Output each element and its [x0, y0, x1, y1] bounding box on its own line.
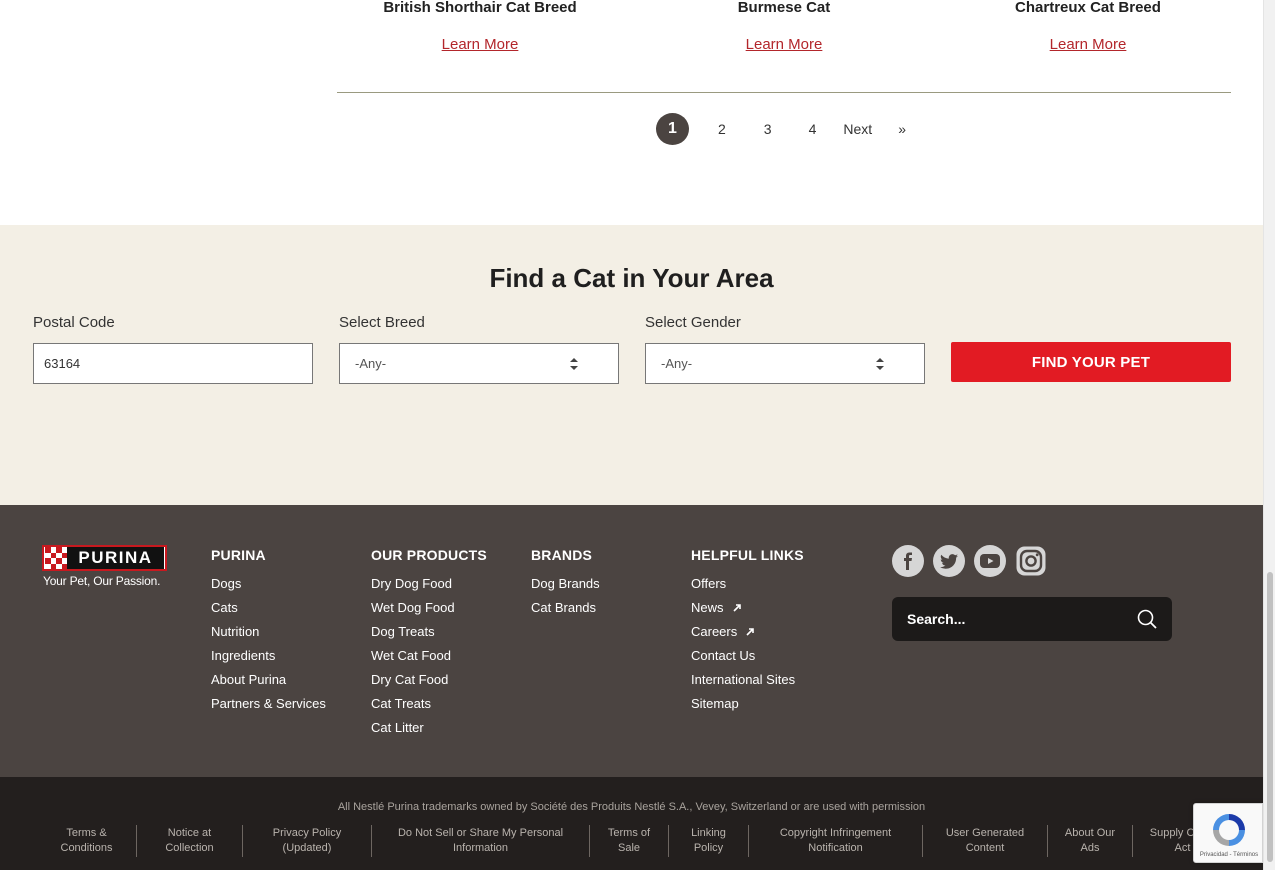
footer-link-label: Careers — [691, 624, 738, 639]
scrollbar-thumb[interactable] — [1267, 572, 1273, 862]
footer-link[interactable]: Offers — [691, 572, 804, 596]
find-cat-section: Find a Cat in Your Area Postal Code 6316… — [0, 225, 1263, 505]
footer-search-input[interactable]: Search... — [892, 597, 1172, 641]
breed-select[interactable]: -Any- — [339, 343, 619, 384]
page-scrollbar[interactable] — [1263, 0, 1275, 870]
column-heading: BRANDS — [531, 547, 593, 563]
site-footer: PURINA Your Pet, Our Passion. PURINA Dog… — [0, 505, 1263, 777]
legal-link[interactable]: Do Not Sell or Share My Personal Informa… — [371, 825, 589, 857]
column-heading: OUR PRODUCTS — [371, 547, 487, 563]
legal-link[interactable]: Notice at Collection — [136, 825, 242, 857]
footer-link[interactable]: Cats — [211, 596, 326, 620]
footer-link[interactable]: Sitemap — [691, 692, 804, 716]
footer-link[interactable]: Wet Cat Food — [371, 644, 487, 668]
gender-label: Select Gender — [645, 314, 741, 331]
legal-link[interactable]: Terms & Conditions — [33, 825, 136, 857]
external-link-icon — [732, 604, 741, 612]
select-arrows-icon — [570, 358, 578, 370]
page-link[interactable]: 4 — [809, 121, 817, 137]
footer-column-purina: PURINA Dogs Cats Nutrition Ingredients A… — [211, 547, 326, 716]
section-title: Find a Cat in Your Area — [489, 263, 774, 293]
footer-link[interactable]: About Purina — [211, 668, 326, 692]
footer-link-news[interactable]: News — [691, 596, 804, 620]
postal-code-label: Postal Code — [33, 314, 115, 331]
legal-link[interactable]: User Generated Content — [922, 825, 1047, 857]
footer-link[interactable]: Dry Dog Food — [371, 572, 487, 596]
breed-card: Chartreux Cat Breed Learn More — [938, 0, 1238, 54]
footer-link[interactable]: Contact Us — [691, 644, 804, 668]
breed-label: Select Breed — [339, 314, 425, 331]
learn-more-link[interactable]: Learn More — [746, 36, 823, 53]
footer-link-careers[interactable]: Careers — [691, 620, 804, 644]
column-heading: PURINA — [211, 547, 266, 563]
pagination: 1 2 3 4 Next » — [656, 113, 906, 145]
find-your-pet-button[interactable]: FIND YOUR PET — [951, 342, 1231, 382]
breed-title: Chartreux Cat Breed — [1015, 0, 1161, 16]
twitter-icon[interactable] — [933, 545, 965, 577]
legal-link[interactable]: Linking Policy — [668, 825, 748, 857]
checkerboard-icon — [45, 547, 67, 569]
footer-link[interactable]: Dog Treats — [371, 620, 487, 644]
breed-card: British Shorthair Cat Breed Learn More — [330, 0, 630, 54]
gender-select[interactable]: -Any- — [645, 343, 925, 384]
search-icon[interactable] — [1137, 609, 1157, 629]
breed-card: Burmese Cat Learn More — [634, 0, 934, 54]
social-links — [892, 545, 1047, 577]
column-heading: HELPFUL LINKS — [691, 547, 804, 563]
results-section: British Shorthair Cat Breed Learn More B… — [337, 0, 1231, 93]
footer-column-helpful-links: HELPFUL LINKS Offers News Careers Contac… — [691, 547, 804, 716]
next-page-link[interactable]: Next — [843, 121, 872, 137]
legal-link[interactable]: Privacy Policy (Updated) — [242, 825, 371, 857]
purina-logo[interactable]: PURINA Your Pet, Our Passion. — [42, 545, 172, 588]
youtube-icon[interactable] — [974, 545, 1006, 577]
legal-link[interactable]: Terms of Sale — [589, 825, 668, 857]
footer-column-brands: BRANDS Dog Brands Cat Brands — [531, 547, 600, 620]
legal-links: Terms & Conditions Notice at Collection … — [33, 825, 1232, 857]
footer-link-label: News — [691, 600, 724, 615]
footer-link[interactable]: Cat Litter — [371, 716, 487, 740]
recaptcha-text: Privacidad - Términos — [1199, 852, 1259, 858]
postal-code-input[interactable]: 63164 — [33, 343, 313, 384]
legal-link[interactable]: About Our Ads — [1047, 825, 1132, 857]
logo-tagline: Your Pet, Our Passion. — [43, 574, 161, 588]
footer-column-products: OUR PRODUCTS Dry Dog Food Wet Dog Food D… — [371, 547, 487, 740]
facebook-icon[interactable] — [892, 545, 924, 577]
page-link[interactable]: 3 — [764, 121, 772, 137]
footer-link[interactable]: Wet Dog Food — [371, 596, 487, 620]
instagram-icon[interactable] — [1015, 545, 1047, 577]
footer-link[interactable]: Dogs — [211, 572, 326, 596]
footer-link[interactable]: Dog Brands — [531, 572, 600, 596]
breed-title: Burmese Cat — [737, 0, 831, 16]
learn-more-link[interactable]: Learn More — [442, 36, 519, 53]
footer-link[interactable]: International Sites — [691, 668, 804, 692]
trademark-notice: All Nestlé Purina trademarks owned by So… — [337, 801, 926, 813]
legal-bar: All Nestlé Purina trademarks owned by So… — [0, 777, 1263, 870]
logo-wordmark: PURINA — [67, 547, 164, 569]
recaptcha-badge[interactable]: Privacidad - Términos — [1193, 803, 1263, 863]
select-arrows-icon — [876, 358, 884, 370]
search-placeholder: Search... — [907, 611, 966, 627]
recaptcha-icon — [1213, 814, 1245, 846]
footer-link[interactable]: Nutrition — [211, 620, 326, 644]
gender-select-value: -Any- — [661, 356, 693, 371]
page-link[interactable]: 2 — [718, 121, 726, 137]
footer-link[interactable]: Cat Treats — [371, 692, 487, 716]
footer-link[interactable]: Dry Cat Food — [371, 668, 487, 692]
breed-select-value: -Any- — [355, 356, 387, 371]
footer-link[interactable]: Ingredients — [211, 644, 326, 668]
external-link-icon — [746, 628, 755, 636]
last-page-link[interactable]: » — [898, 121, 906, 137]
learn-more-link[interactable]: Learn More — [1050, 36, 1127, 53]
breed-title: British Shorthair Cat Breed — [383, 0, 577, 16]
page-current[interactable]: 1 — [656, 113, 689, 145]
legal-link[interactable]: Copyright Infringement Notification — [748, 825, 922, 857]
footer-link[interactable]: Partners & Services — [211, 692, 326, 716]
footer-link[interactable]: Cat Brands — [531, 596, 600, 620]
